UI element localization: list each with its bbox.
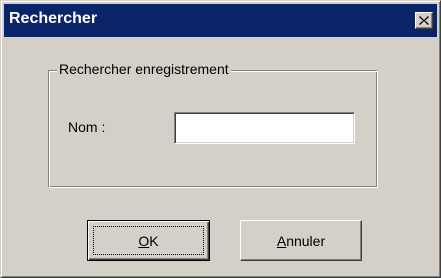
close-icon <box>419 16 429 25</box>
cancel-button[interactable]: Annuler <box>240 220 362 261</box>
ok-mnemonic: O <box>138 232 150 249</box>
ok-label-rest: K <box>149 232 159 249</box>
ok-button-label: OK <box>138 233 158 249</box>
name-label: Nom : <box>68 119 106 135</box>
title-bar[interactable]: Rechercher <box>4 4 437 37</box>
search-dialog: Rechercher Rechercher enregistrement Nom… <box>0 0 441 278</box>
groupbox-legend: Rechercher enregistrement <box>57 61 231 77</box>
name-input[interactable] <box>174 112 355 144</box>
cancel-label-rest: nnuler <box>286 232 326 249</box>
close-button[interactable] <box>415 12 433 29</box>
cancel-mnemonic: A <box>276 232 287 249</box>
dialog-title: Rechercher <box>9 10 98 27</box>
cancel-button-label: Annuler <box>277 233 325 249</box>
ok-button[interactable]: OK <box>87 220 210 261</box>
